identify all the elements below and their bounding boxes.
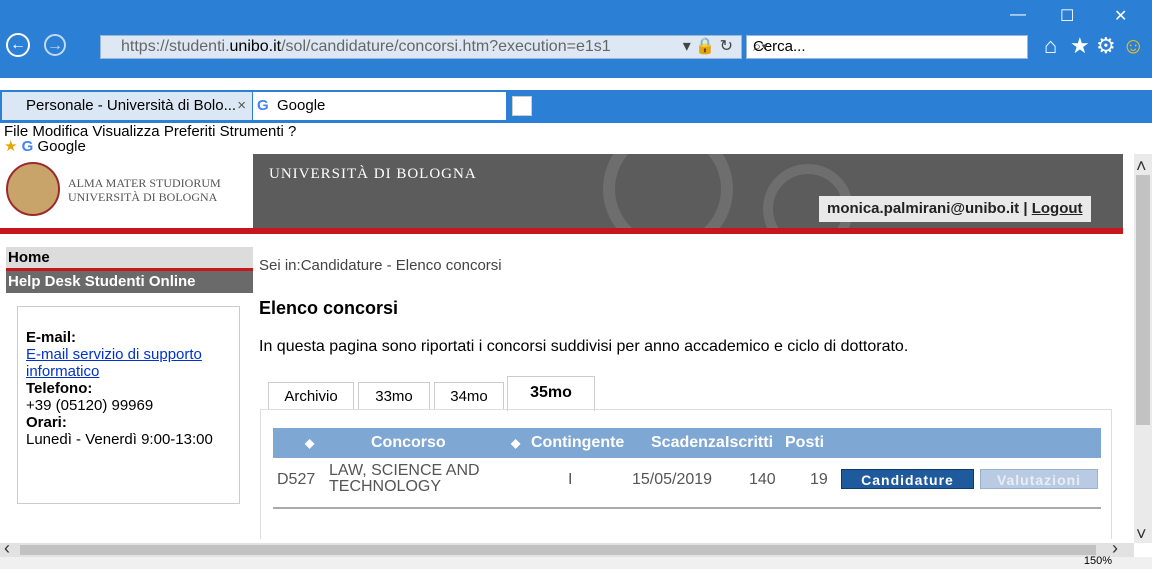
- search-input[interactable]: Cerca... ⌕▾: [746, 35, 1028, 59]
- page-title: Elenco concorsi: [259, 298, 399, 318]
- scroll-up-icon[interactable]: ˄: [1136, 156, 1147, 177]
- tab-google[interactable]: G Google: [253, 92, 506, 120]
- browser-title-bar: — ☐ ✕ ← → https://studenti.unibo.it/sol/…: [0, 0, 1152, 78]
- table-row: D527 LAW, SCIENCE AND TECHNOLOGY I 15/05/…: [273, 462, 1101, 509]
- row-posti: 19: [810, 471, 828, 488]
- favorites-star-icon[interactable]: ★: [1070, 34, 1090, 58]
- header-divider: [0, 228, 1123, 234]
- row-iscritti: 140: [749, 471, 776, 488]
- menu-strumenti[interactable]: Strumenti: [220, 123, 284, 140]
- sidebar-item-home[interactable]: Home: [6, 247, 253, 269]
- tab-34mo[interactable]: 34mo: [434, 382, 504, 410]
- col-scadenza[interactable]: Scadenza: [651, 428, 725, 458]
- row-contingente: I: [568, 471, 573, 488]
- hours-label: Orari:: [26, 414, 67, 431]
- university-logo[interactable]: ALMA MATER STUDIORUM UNIVERSITÀ DI BOLOGN…: [0, 154, 253, 228]
- user-email: monica.palmirani@unibo.it: [827, 200, 1020, 217]
- back-icon[interactable]: ←: [6, 33, 30, 57]
- favorites-bar-text: ★ G Google: [4, 138, 86, 155]
- google-g-icon: G: [21, 138, 34, 155]
- favorite-google[interactable]: Google: [37, 138, 85, 155]
- phone-label: Telefono:: [26, 380, 93, 397]
- support-email-link[interactable]: E-mail servizio di supporto informatico: [26, 346, 202, 380]
- sidebar-item-help-desk[interactable]: Help Desk Studenti Online: [6, 271, 253, 293]
- candidature-button[interactable]: Candidature: [841, 469, 974, 489]
- close-window-icon[interactable]: ✕: [1114, 6, 1127, 26]
- valutazioni-button[interactable]: Valutazioni: [980, 469, 1098, 489]
- tab-archivio[interactable]: Archivio: [268, 382, 354, 410]
- row-code: D527: [277, 471, 316, 488]
- user-box: monica.palmirani@unibo.it | Logout: [819, 196, 1091, 222]
- toolbar-area: File Modifica Visualizza Preferiti Strum…: [0, 124, 1152, 154]
- office-hours: Lunedì - Venerdì 9:00-13:00: [26, 431, 213, 448]
- scroll-left-icon[interactable]: ‹: [4, 538, 10, 559]
- table-header: ◆ Concorso ◆ Contingente Scadenza Iscrit…: [273, 428, 1101, 458]
- university-seal-icon: [6, 162, 60, 216]
- row-divider: [273, 507, 1101, 509]
- page-viewport: ALMA MATER STUDIORUM UNIVERSITÀ DI BOLOGN…: [0, 154, 1134, 543]
- google-g-icon: G: [257, 97, 269, 114]
- scroll-right-icon[interactable]: ›: [1112, 538, 1118, 559]
- smiley-feedback-icon[interactable]: ☺: [1122, 34, 1144, 58]
- phone-number: +39 (05120) 99969: [26, 397, 154, 414]
- home-icon[interactable]: ⌂: [1044, 34, 1057, 58]
- address-controls[interactable]: ▾ 🔒 ↻: [683, 36, 733, 58]
- tab-35mo[interactable]: 35mo: [507, 376, 595, 411]
- browser-tabs: Personale - Università di Bolo... × G Go…: [0, 90, 1152, 123]
- contact-box: E-mail: E-mail servizio di supporto info…: [17, 306, 240, 504]
- col-posti[interactable]: Posti: [785, 428, 824, 458]
- site-banner: UNIVERSITÀ DI BOLOGNA monica.palmirani@u…: [253, 154, 1123, 228]
- address-bar[interactable]: https://studenti.unibo.it/sol/candidatur…: [100, 35, 742, 59]
- scroll-down-icon[interactable]: ˅: [1136, 524, 1147, 545]
- breadcrumb: Sei in:Candidature - Elenco concorsi: [259, 257, 502, 274]
- banner-title: UNIVERSITÀ DI BOLOGNA: [269, 166, 477, 182]
- menu-preferiti[interactable]: Preferiti: [164, 123, 216, 140]
- concorsi-table: ◆ Concorso ◆ Contingente Scadenza Iscrit…: [260, 409, 1112, 539]
- status-bar: 150%: [0, 555, 1152, 569]
- horizontal-scroll-thumb[interactable]: [20, 545, 1096, 555]
- maximize-icon[interactable]: ☐: [1060, 6, 1074, 26]
- search-icon[interactable]: ⌕▾: [753, 36, 1021, 58]
- settings-gear-icon[interactable]: ⚙: [1096, 34, 1116, 58]
- gear-decoration-icon: [603, 154, 733, 228]
- email-label: E-mail:: [26, 329, 77, 346]
- favorites-star-add-icon[interactable]: ★: [4, 138, 17, 155]
- tab-personale[interactable]: Personale - Università di Bolo... ×: [2, 92, 252, 120]
- sort-icon[interactable]: ◆: [305, 428, 314, 458]
- row-name: LAW, SCIENCE AND TECHNOLOGY: [329, 462, 480, 495]
- sort-icon[interactable]: ◆: [511, 428, 520, 458]
- menu-help[interactable]: ?: [288, 123, 296, 140]
- col-concorso[interactable]: Concorso: [371, 428, 446, 458]
- vertical-scroll-thumb[interactable]: [1136, 175, 1150, 425]
- new-tab-button[interactable]: [512, 96, 532, 116]
- col-iscritti[interactable]: Iscritti: [725, 428, 773, 458]
- row-scadenza: 15/05/2019: [632, 471, 713, 488]
- forward-icon[interactable]: →: [44, 34, 66, 56]
- tab-close-icon[interactable]: ×: [237, 92, 246, 120]
- col-contingente[interactable]: Contingente: [531, 428, 624, 458]
- minimize-icon[interactable]: —: [1010, 6, 1026, 24]
- tab-33mo[interactable]: 33mo: [358, 382, 430, 410]
- zoom-level[interactable]: 150%: [1084, 555, 1112, 567]
- logout-link[interactable]: Logout: [1032, 200, 1083, 217]
- page-intro: In questa pagina sono riportati i concor…: [259, 338, 909, 355]
- menu-visualizza[interactable]: Visualizza: [92, 123, 159, 140]
